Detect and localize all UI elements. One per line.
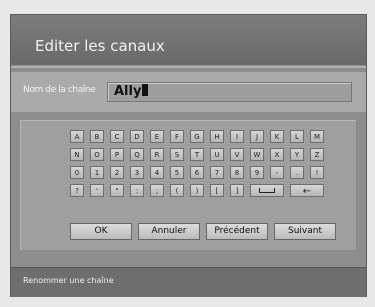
key-2-3[interactable]: 3 (130, 166, 144, 179)
key-0-9[interactable]: J (250, 130, 264, 143)
cancel-button[interactable]: Annuler (138, 223, 200, 240)
key-2-0[interactable]: 0 (70, 166, 84, 179)
key-0-2[interactable]: C (110, 130, 124, 143)
arrow-left-icon: ← (302, 186, 312, 197)
key-1-12[interactable]: Z (310, 148, 324, 161)
title-bar: Editer les canaux (11, 15, 366, 65)
key-1-11[interactable]: Y (290, 148, 304, 161)
key-0-7[interactable]: H (210, 130, 224, 143)
virtual-keyboard: A B C D E F G H I J K L M N O P Q R S T U V W X Y Z 0 1 2 3 4 5 6 7 8 9-.!?… (19, 119, 357, 251)
divider (11, 66, 366, 68)
key-0-12[interactable]: M (310, 130, 324, 143)
key-0-11[interactable]: L (290, 130, 304, 143)
key-1-0[interactable]: N (70, 148, 84, 161)
key-3-1[interactable]: ' (90, 184, 104, 197)
key-1-10[interactable]: X (270, 148, 284, 161)
key-3-7[interactable]: [ (210, 184, 224, 197)
key-1-5[interactable]: S (170, 148, 184, 161)
key-2-4[interactable]: 4 (150, 166, 164, 179)
channel-name-value: Ally (114, 83, 149, 101)
channel-name-text: Ally (114, 84, 142, 99)
key-0-4[interactable]: E (150, 130, 164, 143)
key-3-0[interactable]: ? (70, 184, 84, 197)
key-1-6[interactable]: T (190, 148, 204, 161)
key-3-8[interactable]: ] (230, 184, 244, 197)
channel-name-label: Nom de la chaîne (23, 85, 96, 95)
key-1-4[interactable]: R (150, 148, 164, 161)
key-0-3[interactable]: D (130, 130, 144, 143)
key-0-6[interactable]: G (190, 130, 204, 143)
ok-button[interactable]: OK (70, 223, 132, 240)
channel-name-field[interactable]: Ally (107, 82, 352, 102)
key-0-8[interactable]: I (230, 130, 244, 143)
channel-name-row: Nom de la chaîne Ally (11, 72, 366, 112)
status-text: Renommer une chaîne (23, 276, 114, 285)
key-3-3[interactable]: : (130, 184, 144, 197)
status-bar: Renommer une chaîne (11, 267, 366, 297)
key-2-10[interactable]: - (270, 166, 284, 179)
key-3-4[interactable]: ; (150, 184, 164, 197)
key-0-10[interactable]: K (270, 130, 284, 143)
key-3-6[interactable]: ) (190, 184, 204, 197)
key-2-1[interactable]: 1 (90, 166, 104, 179)
key-1-2[interactable]: P (110, 148, 124, 161)
dialog-title: Editer les canaux (35, 37, 165, 55)
key-1-3[interactable]: Q (130, 148, 144, 161)
key-2-9[interactable]: 9 (250, 166, 264, 179)
next-button[interactable]: Suivant (274, 223, 336, 240)
key-3-5[interactable]: ( (170, 184, 184, 197)
previous-button[interactable]: Précédent (206, 223, 268, 240)
key-2-7[interactable]: 7 (210, 166, 224, 179)
key-1-8[interactable]: V (230, 148, 244, 161)
key-1-7[interactable]: U (210, 148, 224, 161)
space-key[interactable] (250, 184, 284, 197)
key-3-2[interactable]: " (110, 184, 124, 197)
key-0-0[interactable]: A (70, 130, 84, 143)
space-key-icon (259, 188, 275, 193)
key-2-6[interactable]: 6 (190, 166, 204, 179)
key-0-1[interactable]: B (90, 130, 104, 143)
key-1-9[interactable]: W (250, 148, 264, 161)
key-2-2[interactable]: 2 (110, 166, 124, 179)
backspace-key[interactable]: ← (290, 184, 324, 197)
text-cursor (142, 84, 149, 96)
key-0-5[interactable]: F (170, 130, 184, 143)
edit-channels-dialog: Editer les canaux Nom de la chaîne Ally … (10, 14, 367, 297)
key-2-5[interactable]: 5 (170, 166, 184, 179)
key-1-1[interactable]: O (90, 148, 104, 161)
key-2-11[interactable]: . (290, 166, 304, 179)
key-2-8[interactable]: 8 (230, 166, 244, 179)
key-2-12[interactable]: ! (310, 166, 324, 179)
